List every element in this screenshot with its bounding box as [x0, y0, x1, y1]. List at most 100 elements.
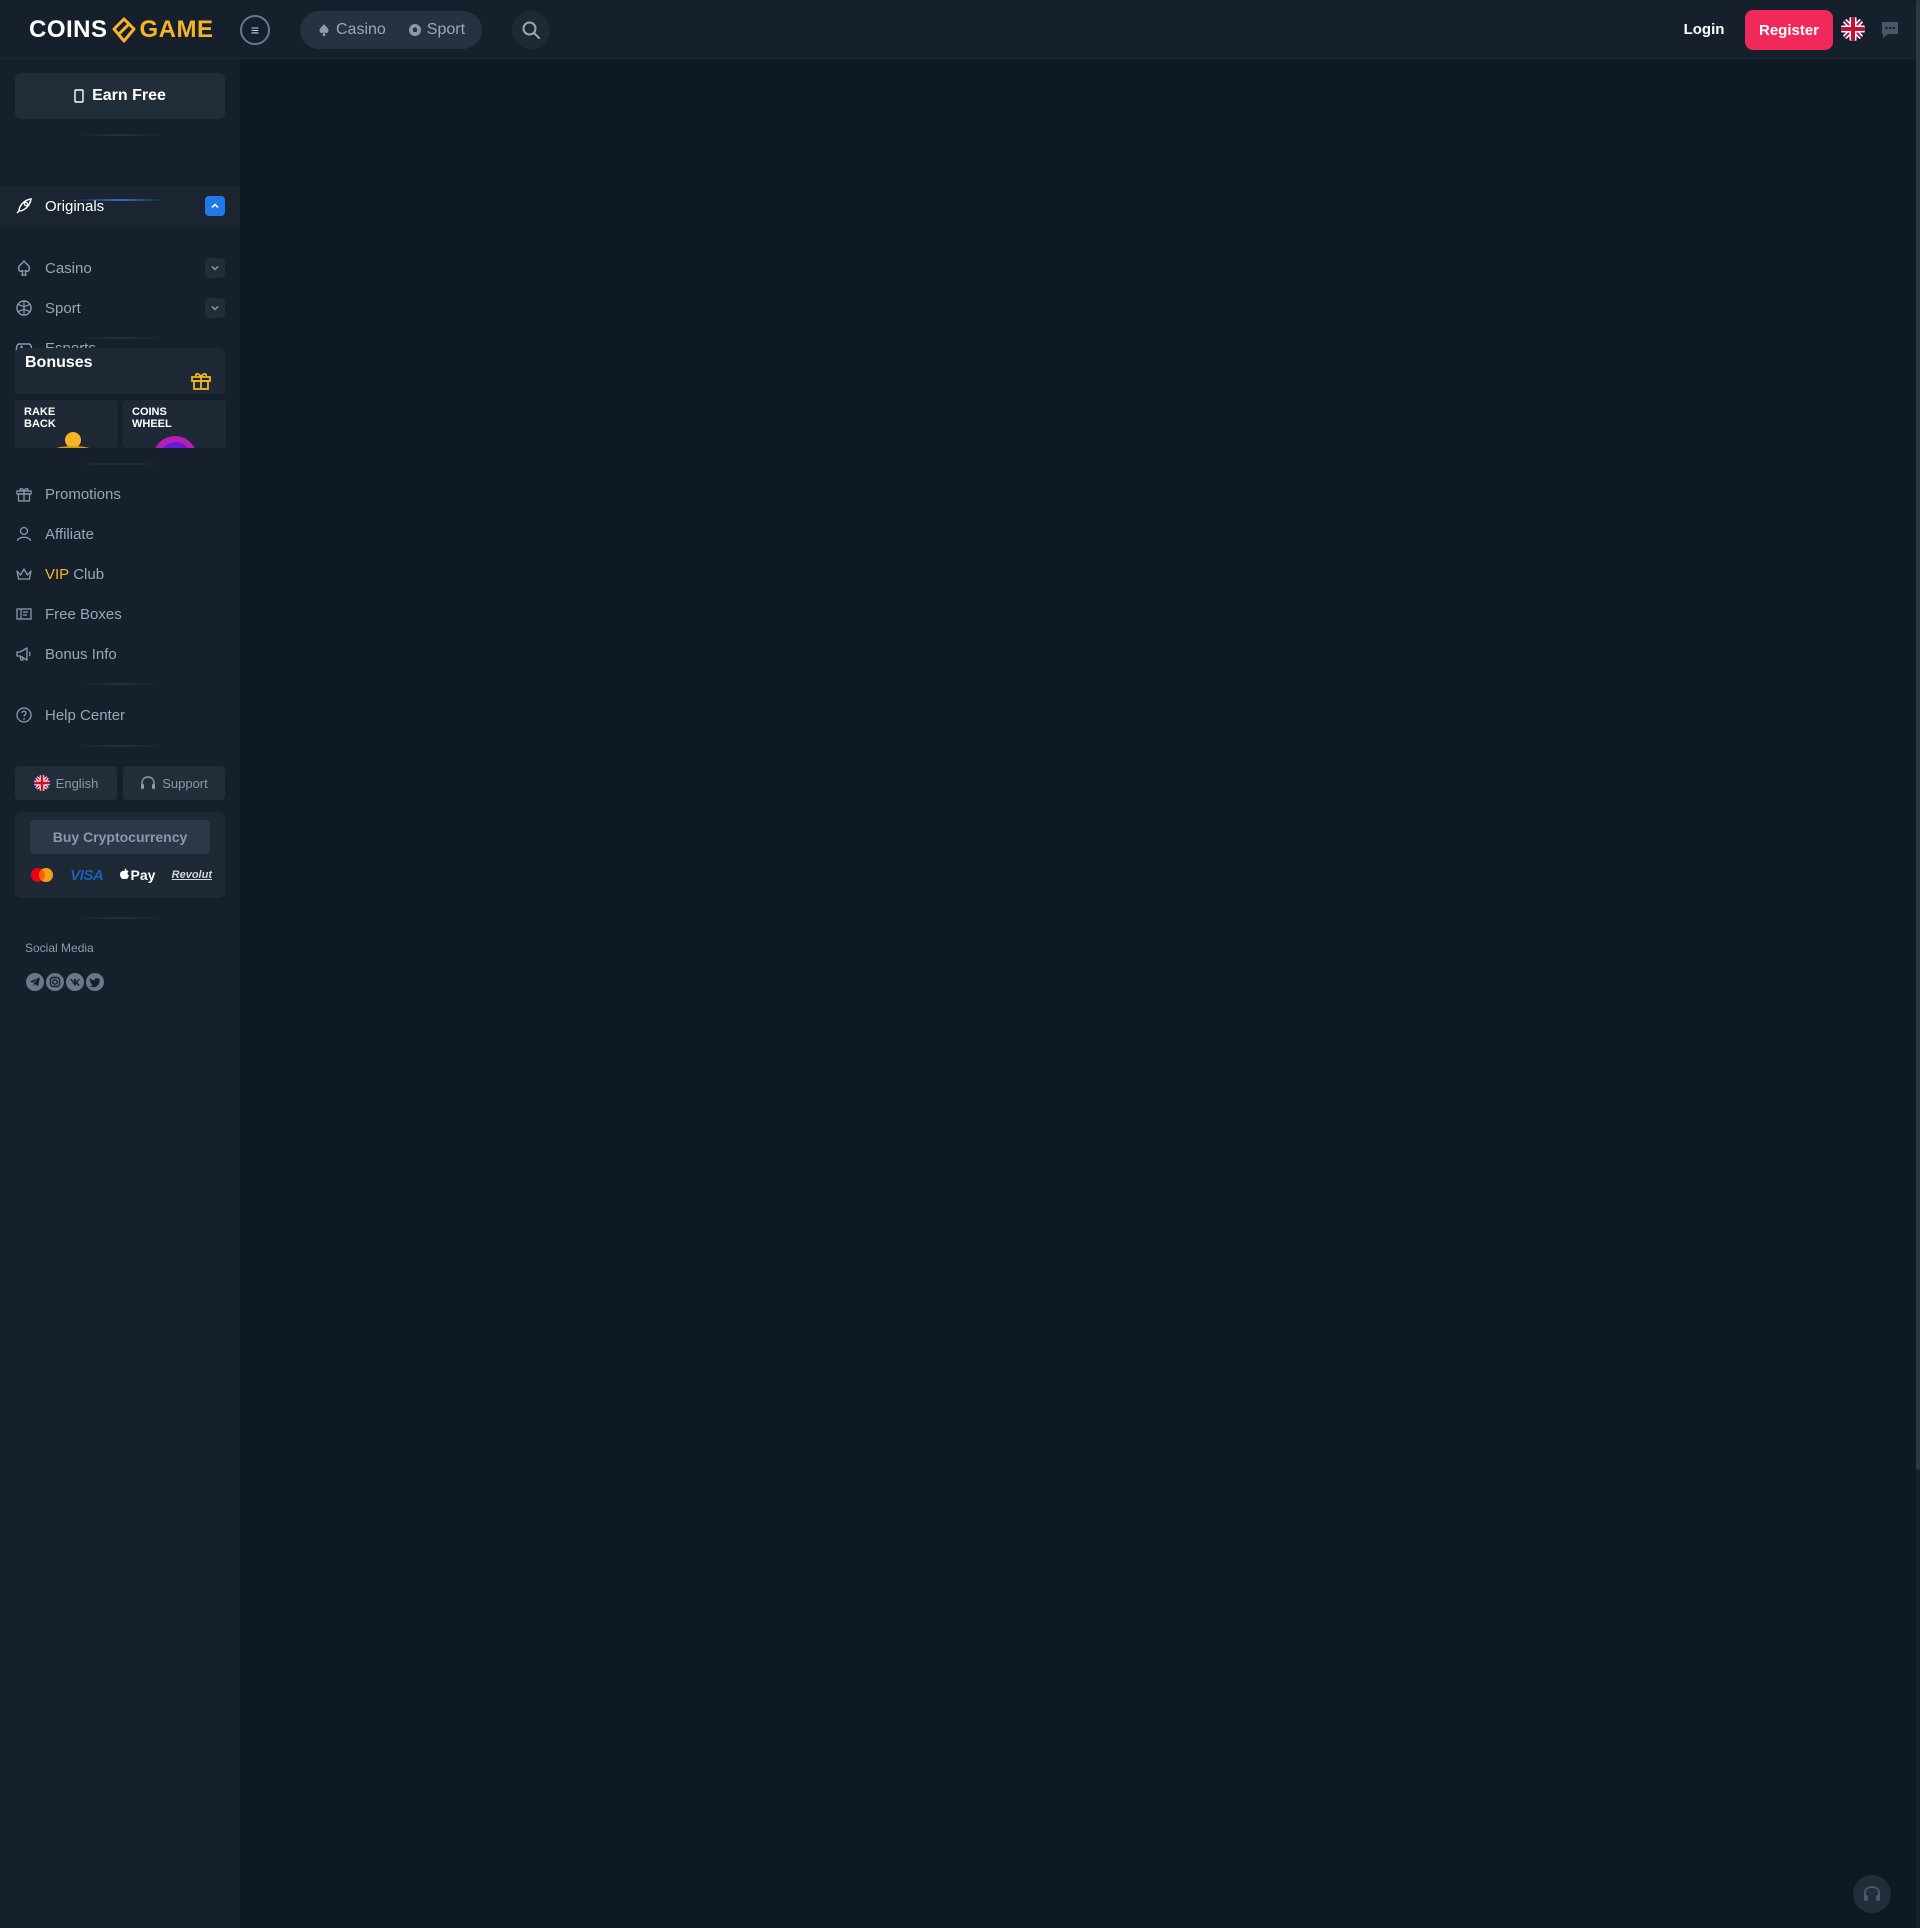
sidebar-item-label: Club [73, 565, 105, 583]
vk-icon[interactable] [65, 972, 85, 992]
coin-icon [74, 89, 84, 103]
sidebar-item-free-boxes[interactable]: Free Boxes [0, 594, 240, 634]
search-button[interactable] [512, 11, 550, 49]
mastercard-icon [31, 868, 53, 882]
menu-toggle-button[interactable]: ≡ [240, 15, 270, 45]
crypto-panel: Buy Cryptocurrency VISA Pay Revolut [15, 812, 225, 898]
sidebar-item-casino[interactable]: Casino [0, 248, 240, 288]
uk-flag-icon [33, 775, 50, 791]
sidebar-item-label: Bonus Info [45, 645, 117, 663]
sidebar-item-label: Free Boxes [45, 605, 122, 623]
spade-icon [319, 24, 329, 36]
sidebar-divider [75, 745, 165, 747]
sidebar-item-help-center[interactable]: Help Center [0, 695, 240, 735]
vip-highlight: VIP [45, 565, 70, 583]
chat-icon [1882, 22, 1898, 38]
brand-logo-text-coins: COINS [29, 16, 108, 43]
help-circle-icon [15, 706, 33, 724]
bonuses-card[interactable]: Bonuses [15, 348, 225, 394]
telegram-icon[interactable] [25, 972, 45, 992]
sidebar-item-affiliate[interactable]: Affiliate [0, 514, 240, 554]
earn-free-label: Earn Free [92, 87, 166, 104]
sidebar-divider [75, 134, 165, 136]
sidebar-item-label: Help Center [45, 706, 126, 724]
sidebar-item-vip-club[interactable]: VIP Club [0, 554, 240, 594]
coins-stack-icon [56, 432, 90, 448]
buy-crypto-button[interactable]: Buy Cryptocurrency [30, 820, 210, 854]
tab-casino[interactable]: Casino [317, 21, 386, 39]
spade-icon [15, 259, 33, 277]
brand-logo[interactable]: COINS GAME [29, 14, 214, 46]
sidebar-item-sport[interactable]: Sport [0, 288, 240, 328]
headset-icon [1864, 1885, 1880, 1901]
sidebar-divider [75, 683, 165, 685]
bonus-tile-label: RAKE BACK [24, 406, 84, 430]
bonus-tile-label-line: COINS [132, 406, 167, 418]
language-switch-button[interactable] [1841, 17, 1865, 41]
sidebar-divider [75, 917, 165, 919]
brand-logo-text-game: GAME [139, 16, 214, 43]
sidebar-item-label: Casino [45, 259, 92, 277]
gift-icon [191, 372, 211, 390]
login-button[interactable]: Login [1674, 13, 1734, 45]
bonus-tile-label-line: RAKE [24, 406, 56, 418]
sidebar-divider [75, 463, 165, 465]
gift-icon [15, 485, 33, 503]
chevron-down-icon[interactable] [205, 258, 225, 278]
tab-casino-label: Casino [335, 21, 386, 38]
megaphone-icon [15, 645, 33, 663]
support-button[interactable]: Support [123, 766, 225, 800]
top-header: COINS GAME ≡ Casino Sport Login Register [0, 0, 1916, 59]
scrollbar-thumb[interactable] [1916, 0, 1920, 1470]
sidebar-divider-active [75, 199, 165, 201]
top-tabs: Casino Sport [300, 11, 482, 49]
sidebar: Earn Free Originals Casino Sport Bonuses… [0, 59, 240, 1928]
language-label: English [55, 775, 99, 791]
bonus-tile-label-line: WHEEL [132, 418, 172, 430]
apple-pay-logo: Pay [119, 867, 155, 883]
payment-methods: VISA Pay Revolut [30, 864, 212, 886]
apple-icon [120, 868, 130, 880]
coin-logo-icon [112, 17, 136, 43]
menu-icon: ≡ [250, 22, 260, 38]
tab-sport-label: Sport [426, 21, 466, 38]
headset-icon [141, 776, 156, 789]
rocket-icon [15, 197, 33, 215]
uk-flag-icon [1841, 17, 1865, 41]
users-icon [15, 525, 33, 543]
language-button[interactable]: English [15, 766, 117, 800]
sidebar-item-bonus-info[interactable]: Bonus Info [0, 634, 240, 674]
bonus-tile-label: COINS WHEEL [132, 406, 192, 430]
support-chat-fab[interactable] [1853, 1875, 1891, 1913]
sidebar-item-promotions[interactable]: Promotions [0, 474, 240, 514]
revolut-logo: Revolut [171, 869, 212, 881]
sidebar-item-label: Affiliate [45, 525, 94, 543]
tab-sport[interactable]: Sport [408, 21, 465, 39]
sidebar-item-label: Sport [45, 299, 81, 317]
sidebar-item-originals[interactable]: Originals [0, 186, 240, 226]
bonus-tile-rakeback[interactable]: RAKE BACK [15, 400, 118, 448]
bonus-tile-coins-wheel[interactable]: COINS WHEEL [123, 400, 226, 448]
search-icon [522, 21, 540, 39]
crown-icon [15, 565, 33, 583]
visa-logo: VISA [70, 866, 104, 884]
social-links [25, 972, 105, 992]
sidebar-item-label: Promotions [45, 485, 121, 503]
chat-button[interactable] [1879, 19, 1901, 41]
twitter-icon[interactable] [85, 972, 105, 992]
support-label: Support [162, 775, 208, 791]
apple-pay-text: Pay [130, 867, 156, 883]
bonuses-title: Bonuses [25, 354, 93, 371]
main-content [240, 59, 1916, 1928]
basketball-icon [15, 299, 33, 317]
chevron-up-icon[interactable] [205, 196, 225, 216]
social-media-label: Social Media [25, 941, 94, 955]
instagram-icon[interactable] [45, 972, 65, 992]
fortune-wheel-icon [155, 436, 195, 448]
earn-free-button[interactable]: Earn Free [15, 73, 225, 119]
register-button[interactable]: Register [1745, 10, 1833, 50]
chevron-down-icon[interactable] [205, 298, 225, 318]
sidebar-divider [75, 337, 165, 339]
soccer-ball-icon [408, 24, 421, 36]
ticket-icon [15, 605, 33, 623]
